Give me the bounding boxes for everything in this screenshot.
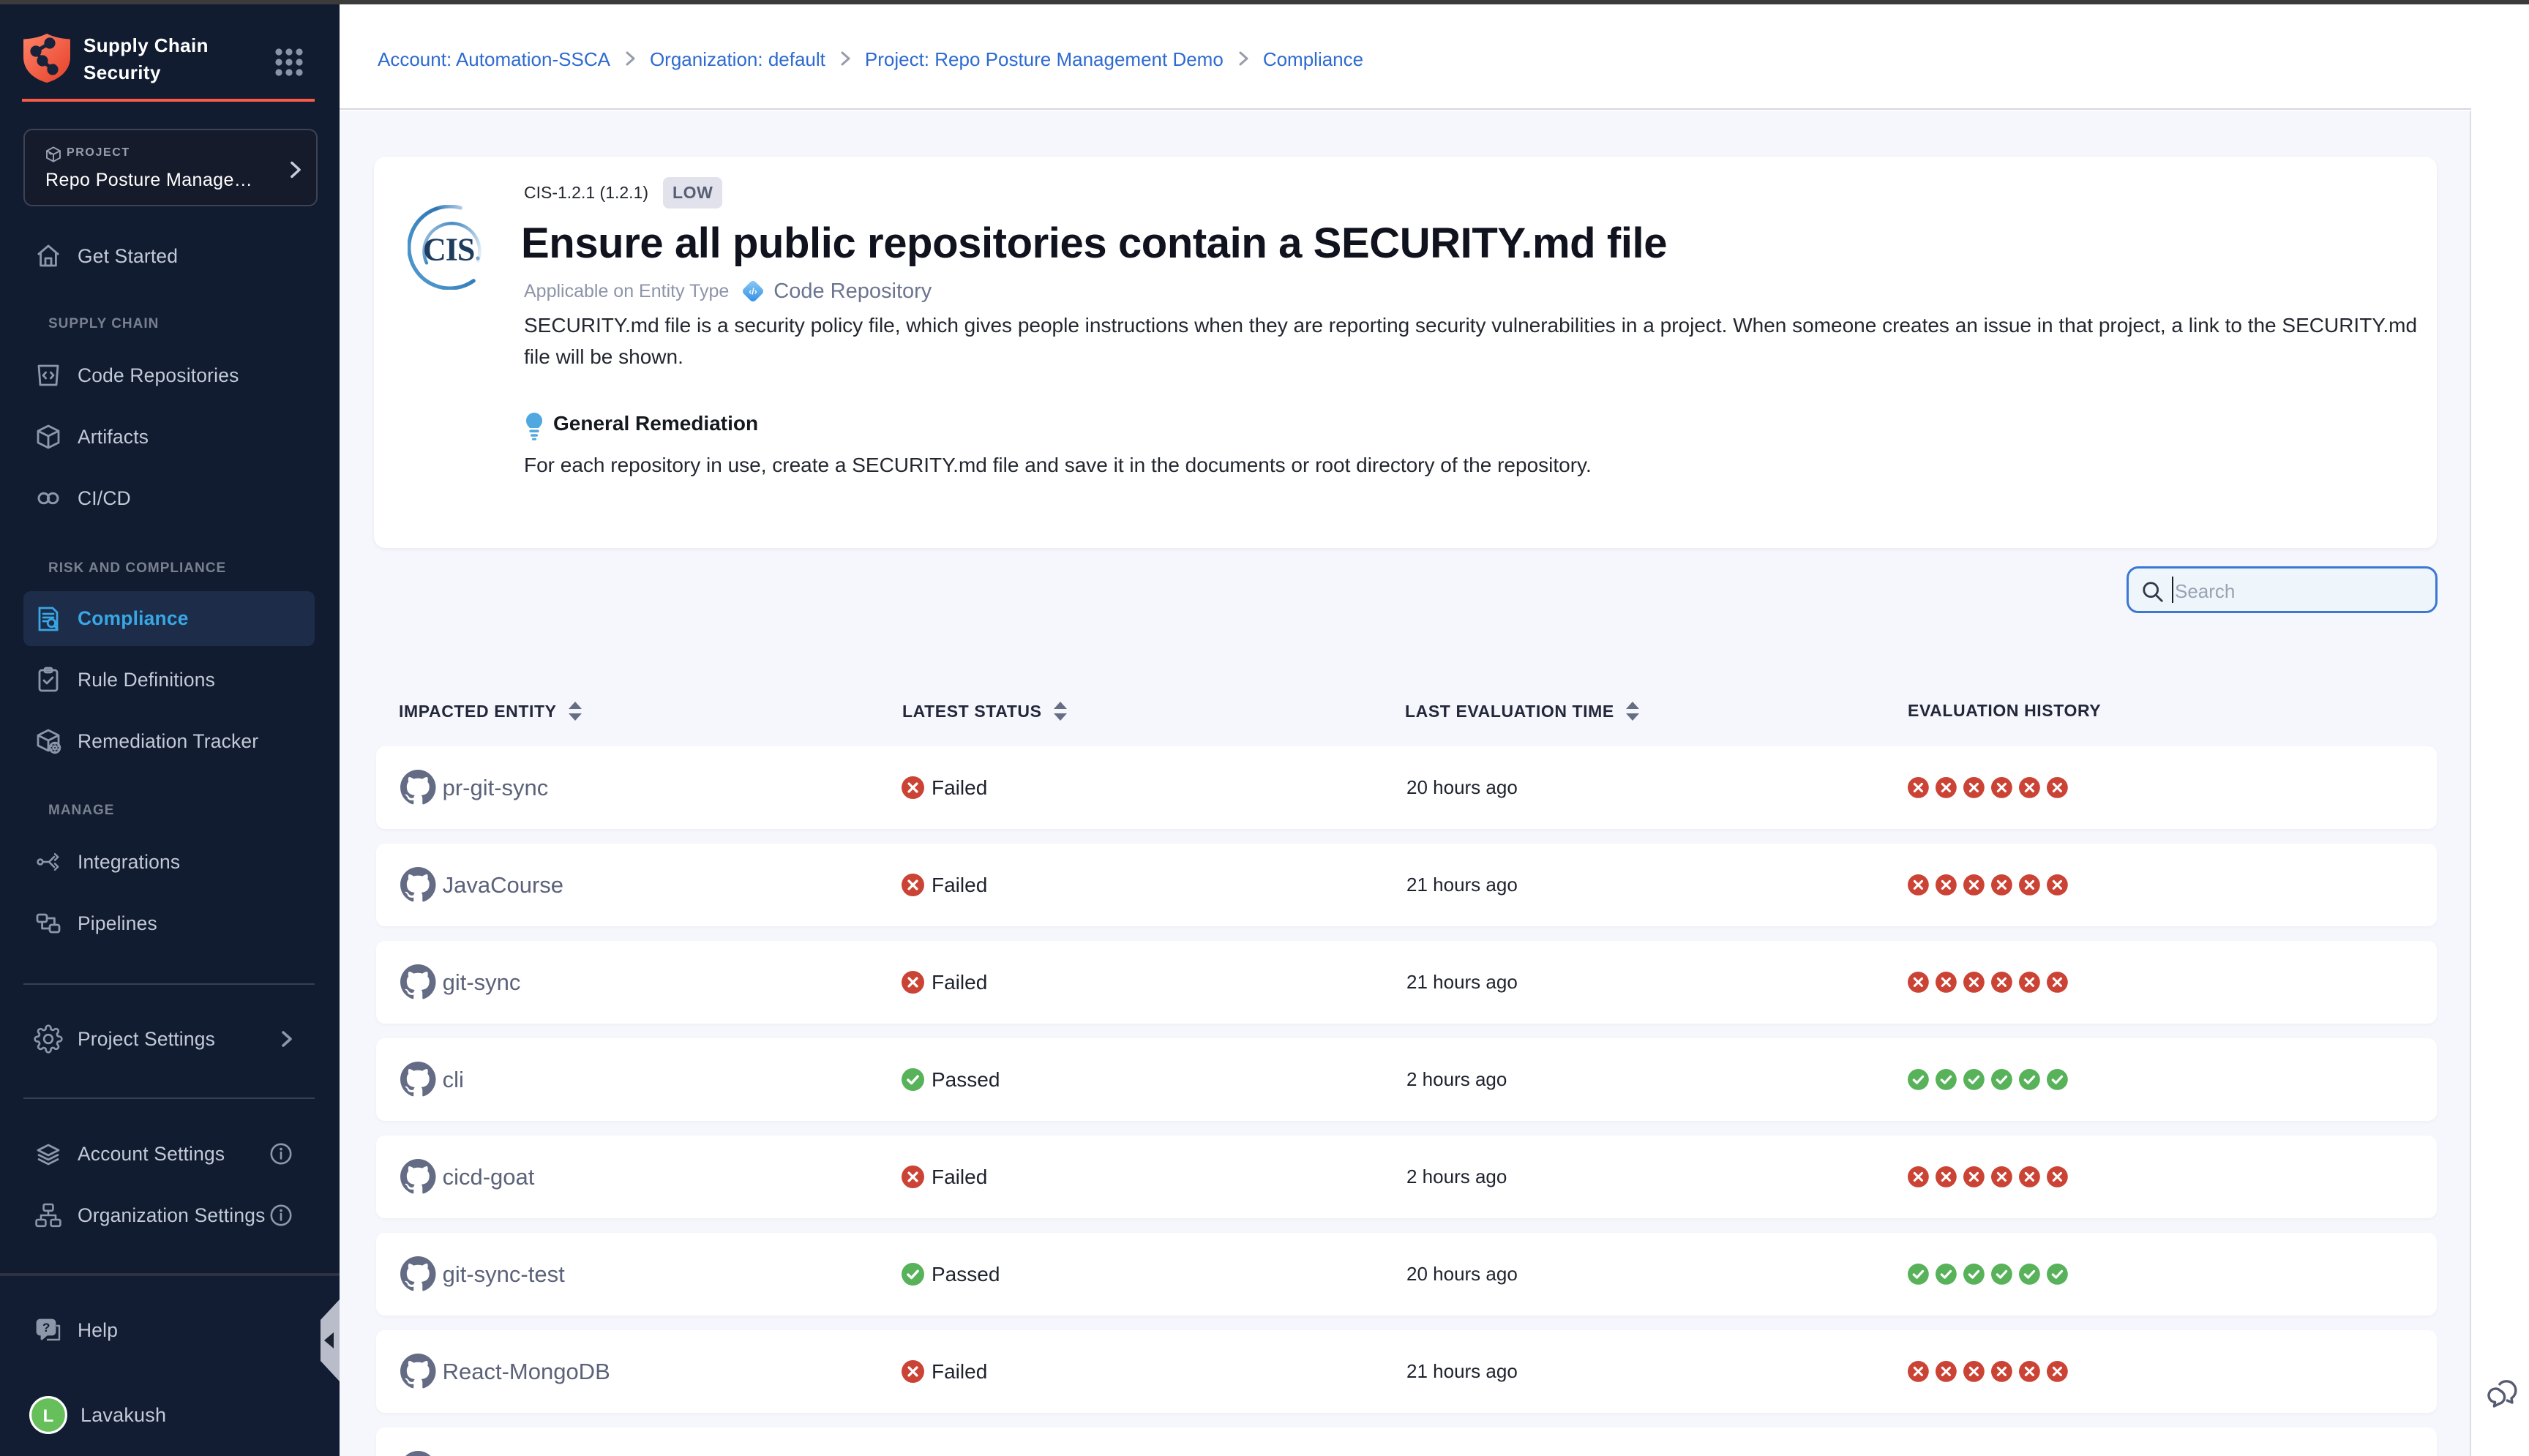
svg-text:‹/›: ‹/› [749, 287, 758, 297]
svg-text:L: L [43, 1406, 54, 1426]
svg-text:?: ? [42, 1321, 50, 1335]
svg-text:CIS: CIS [423, 231, 474, 267]
